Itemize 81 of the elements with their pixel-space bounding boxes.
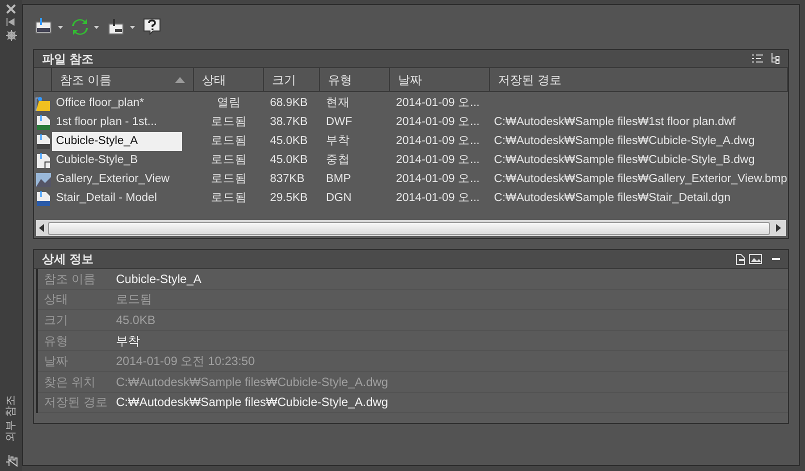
settings-icon[interactable] <box>6 30 16 41</box>
dropdown-caret-icon[interactable] <box>58 26 63 28</box>
table-cell-text: 2014-01-09 오... <box>396 190 480 206</box>
column-header[interactable]: 유형 <box>320 68 390 91</box>
table-cell-text: 로드됨 <box>211 152 247 168</box>
table-cell-text: 부착 <box>326 134 350 149</box>
field-value: 로드됨 <box>116 291 152 308</box>
horizontal-scrollbar[interactable] <box>36 220 786 236</box>
table-cell-text: 45.0KB <box>270 152 308 168</box>
attach-drawing-icon[interactable] <box>35 18 53 36</box>
table-cell-text: 2014-01-09 오... <box>396 152 480 168</box>
table-cell-text: 837KB <box>270 172 305 187</box>
table-cell-text: 중첩 <box>326 152 350 168</box>
dwg-file-icon <box>35 134 51 150</box>
field-value[interactable]: C:₩Autodesk₩Sample files₩Cubicle-Style_A.dwg <box>116 393 388 412</box>
field-value[interactable]: 부착 <box>116 332 140 350</box>
column-header[interactable]: 저장된 경로 <box>490 68 788 91</box>
table-cell-text: C:₩Autodesk₩Sample files₩Cubicle-Style_B.dwg <box>494 152 755 168</box>
image-icon[interactable] <box>749 254 762 264</box>
dwf-file-icon <box>35 114 51 130</box>
table-cell-text: 로드됨 <box>211 190 247 206</box>
table-cell-text: C:₩Autodesk₩Sample files₩Gallery_Exterior_View.bmp <box>494 172 788 187</box>
dropdown-caret-icon[interactable] <box>130 26 135 28</box>
file-name[interactable]: Cubicle-Style_A <box>52 132 182 151</box>
refresh-icon[interactable] <box>71 18 89 36</box>
field-label: 찾은 위치 <box>43 374 96 391</box>
table-cell-text: 2014-01-09 오... <box>396 114 480 130</box>
field-label: 참조 이름 <box>43 270 96 288</box>
table-cell-text: C:₩Autodesk₩Sample files₩Cubicle-Style_A.dwg <box>494 134 755 149</box>
scroll-left-icon[interactable] <box>39 224 45 232</box>
table-cell-text: DGN <box>326 190 352 206</box>
document-path-icon[interactable] <box>107 18 125 36</box>
table-cell-text: DWF <box>326 114 352 130</box>
table-cell-text: 2014-01-09 오... <box>396 96 480 111</box>
table-cell-text: 45.0KB <box>270 134 308 149</box>
table-cell-text: 38.7KB <box>270 114 308 130</box>
panel-title: 파일 참조 <box>42 50 94 68</box>
list-view-icon[interactable] <box>752 54 763 63</box>
file-name[interactable]: Gallery_Exterior_View <box>52 170 182 189</box>
table-cell-text: 68.9KB <box>270 96 308 111</box>
table-cell-text: C:₩Autodesk₩Sample files₩1st floor plan.dwf <box>494 114 736 130</box>
table-cell-text: 현재 <box>326 96 350 111</box>
tree-view-icon[interactable] <box>771 53 780 64</box>
table-cell-text: 29.5KB <box>270 190 308 206</box>
column-header[interactable]: 날짜 <box>390 68 490 91</box>
document-icon[interactable] <box>736 254 745 264</box>
file-name[interactable]: Cubicle-Style_B <box>52 151 182 170</box>
file-name[interactable]: Stair_Detail - Model <box>52 189 182 208</box>
column-header[interactable]: 상태 <box>194 68 264 91</box>
table-cell-text: 열림 <box>217 96 241 111</box>
field-label: 크기 <box>43 312 69 329</box>
table-cell-text: BMP <box>326 172 351 187</box>
table-cell-text: C:₩Autodesk₩Sample files₩Stair_Detail.dgn <box>494 190 730 206</box>
field-label: 유형 <box>43 332 69 350</box>
column-header[interactable]: 참조 이름 <box>52 68 194 91</box>
field-value: 45.0KB <box>116 312 156 329</box>
dropdown-caret-icon[interactable] <box>94 26 99 28</box>
file-name[interactable]: Office floor_plan* <box>52 94 182 113</box>
panel-title: 상세 정보 <box>42 251 94 268</box>
help-icon[interactable] <box>143 18 161 36</box>
field-value: C:₩Autodesk₩Sample files₩Cubicle-Style_A.dwg <box>116 374 388 391</box>
field-value[interactable]: Cubicle-Style_A <box>116 270 202 288</box>
table-cell-text: 로드됨 <box>211 114 247 130</box>
palette-title: 외부 참조 <box>4 394 18 443</box>
scrollbar-thumb[interactable] <box>48 222 770 234</box>
field-value: 2014-01-09 오전 10:23:50 <box>116 353 255 370</box>
column-header[interactable]: 크기 <box>264 68 320 91</box>
close-icon[interactable] <box>6 4 16 14</box>
table-cell-text: 로드됨 <box>211 134 247 149</box>
field-label: 상태 <box>43 291 69 308</box>
minimize-icon[interactable] <box>772 258 780 260</box>
scroll-right-icon[interactable] <box>775 224 781 232</box>
table-cell-text: 2014-01-09 오... <box>396 134 480 149</box>
drawing-file-icon <box>35 96 51 112</box>
field-label: 날짜 <box>43 353 69 370</box>
table-cell-text: 로드됨 <box>211 172 247 187</box>
field-label: 저장된 경로 <box>43 394 108 412</box>
dgn-file-icon <box>35 190 51 206</box>
file-name[interactable]: 1st floor plan - 1st... <box>52 113 182 132</box>
table-cell-text: 2014-01-09 오... <box>396 172 480 187</box>
sort-ascending-icon <box>175 76 185 82</box>
